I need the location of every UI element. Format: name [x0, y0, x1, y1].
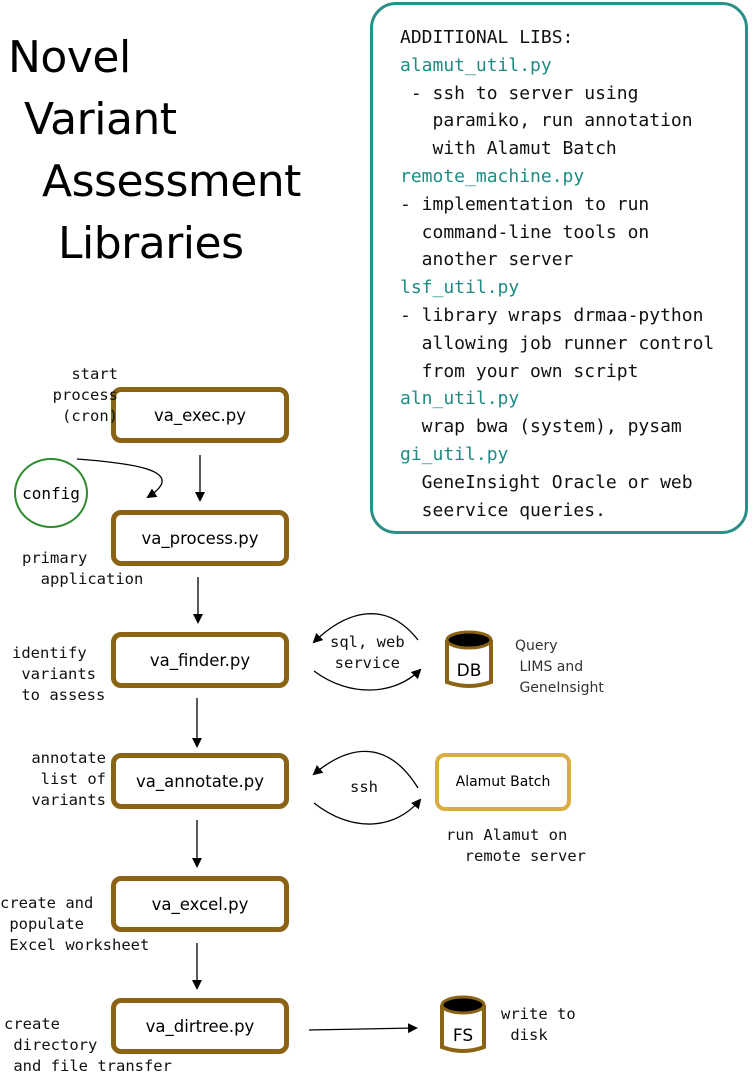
db-cylinder-icon: [445, 630, 493, 688]
db-label: DB: [456, 661, 482, 681]
db-note: Query LIMS and GeneInsight: [515, 638, 604, 696]
fs-label: FS: [452, 1026, 474, 1046]
arrow-config-to-process: [76, 458, 163, 499]
note-create-excel: create and populate Excel worksheet: [0, 894, 150, 954]
va-finder-module: va_finder.py: [111, 632, 289, 688]
note-start-process: start process (cron): [52, 365, 118, 425]
note-annotate-variants: annotate list of variants: [31, 749, 106, 809]
config-label: config: [22, 483, 80, 503]
note-primary-application: primary application: [22, 549, 144, 588]
va-annotate-module: va_annotate.py: [111, 753, 289, 809]
fs-cylinder-icon: [440, 995, 486, 1053]
fs-node: FS: [439, 995, 487, 1055]
ssh-label: ssh: [350, 778, 378, 796]
sql-web-service-label: sql, web service: [330, 633, 405, 672]
alamut-batch-label: Alamut Batch: [455, 774, 551, 790]
config-node: config: [14, 458, 88, 528]
arrow-annotate-to-alamut: [313, 798, 422, 825]
fs-note: write to disk: [501, 1005, 576, 1044]
note-create-directory: create directory and file transfer: [4, 1015, 172, 1075]
va-exec-module: va_exec.py: [111, 387, 289, 443]
db-node: DB: [444, 630, 494, 690]
note-identify-variants: identify variants to assess: [12, 644, 106, 704]
alamut-batch-node: Alamut Batch: [435, 753, 571, 811]
arrow-dirtree-to-fs: [308, 1023, 418, 1034]
alamut-note: run Alamut on remote server: [446, 826, 586, 865]
